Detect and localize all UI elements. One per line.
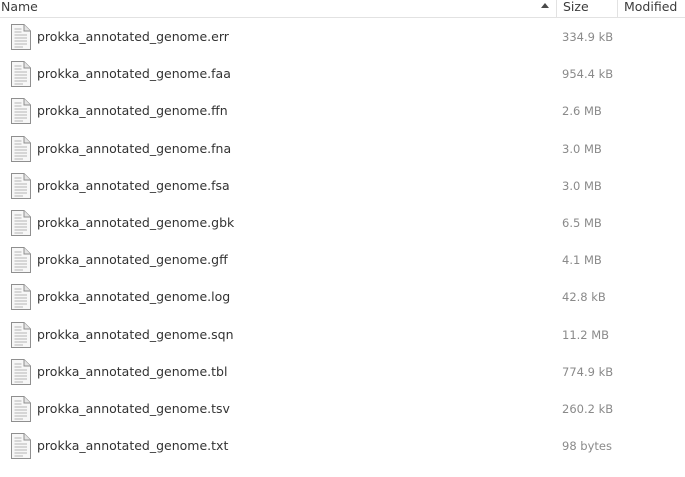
file-row[interactable]: prokka_annotated_genome.tbl 774.9 kB	[0, 353, 685, 390]
file-name: prokka_annotated_genome.sqn	[37, 326, 234, 342]
file-size: 11.2 MB	[562, 327, 610, 342]
file-size: 6.5 MB	[562, 215, 602, 230]
column-header-name-label: Name	[1, 0, 38, 14]
file-row[interactable]: prokka_annotated_genome.tsv 260.2 kB	[0, 390, 685, 427]
file-row[interactable]: prokka_annotated_genome.log 42.8 kB	[0, 278, 685, 315]
file-size: 774.9 kB	[562, 364, 614, 379]
file-size: 42.8 kB	[562, 290, 606, 305]
column-header-size[interactable]: Size	[556, 0, 617, 17]
file-row[interactable]: prokka_annotated_genome.sqn 11.2 MB	[0, 316, 685, 353]
file-name: prokka_annotated_genome.tsv	[37, 400, 230, 416]
file-name: prokka_annotated_genome.log	[37, 289, 231, 305]
text-file-icon	[11, 321, 31, 348]
file-size: 2.6 MB	[562, 104, 602, 119]
file-name: prokka_annotated_genome.ffn	[37, 103, 228, 119]
file-name: prokka_annotated_genome.err	[37, 29, 229, 44]
file-size: 4.1 MB	[562, 253, 602, 268]
file-size: 98 bytes	[562, 439, 612, 454]
file-size: 260.2 kB	[562, 401, 614, 416]
text-file-icon	[11, 98, 31, 125]
file-list-view: Name Size Modified prokka_annotated_geno…	[0, 0, 685, 477]
file-size: 954.4 kB	[562, 67, 614, 82]
text-file-icon	[11, 209, 31, 236]
column-header-bar: Name Size Modified	[0, 0, 685, 18]
file-size: 3.0 MB	[562, 141, 602, 156]
text-file-icon	[11, 284, 31, 311]
file-row[interactable]: prokka_annotated_genome.txt 98 bytes	[0, 427, 685, 464]
text-file-icon	[11, 433, 31, 460]
text-file-icon	[11, 61, 31, 88]
column-header-modified[interactable]: Modified	[617, 0, 685, 17]
file-name: prokka_annotated_genome.gff	[37, 252, 228, 268]
file-name: prokka_annotated_genome.gbk	[37, 214, 235, 230]
file-row[interactable]: prokka_annotated_genome.fsa 3.0 MB	[0, 167, 685, 204]
column-header-size-label: Size	[563, 0, 589, 14]
text-file-icon	[11, 395, 31, 422]
text-file-icon	[11, 24, 31, 50]
text-file-icon	[11, 247, 31, 274]
file-name: prokka_annotated_genome.txt	[37, 438, 229, 454]
text-file-icon	[11, 172, 31, 199]
file-row[interactable]: prokka_annotated_genome.faa 954.4 kB	[0, 55, 685, 92]
file-row[interactable]: prokka_annotated_genome.ffn 2.6 MB	[0, 92, 685, 129]
file-name: prokka_annotated_genome.tbl	[37, 363, 228, 379]
file-name: prokka_annotated_genome.fsa	[37, 177, 230, 193]
file-row[interactable]: prokka_annotated_genome.err 334.9 kB	[0, 18, 685, 55]
column-header-name[interactable]: Name	[0, 0, 555, 17]
file-rows: prokka_annotated_genome.err 334.9 kB pro…	[0, 18, 685, 464]
file-row[interactable]: prokka_annotated_genome.gbk 6.5 MB	[0, 204, 685, 241]
sort-ascending-icon[interactable]	[541, 3, 549, 8]
file-name: prokka_annotated_genome.fna	[37, 140, 232, 156]
file-name: prokka_annotated_genome.faa	[37, 66, 231, 82]
file-size: 3.0 MB	[562, 178, 602, 193]
file-size: 334.9 kB	[562, 30, 614, 44]
file-row[interactable]: prokka_annotated_genome.gff 4.1 MB	[0, 241, 685, 278]
file-row[interactable]: prokka_annotated_genome.fna 3.0 MB	[0, 130, 685, 167]
text-file-icon	[11, 358, 31, 385]
column-header-modified-label: Modified	[624, 0, 678, 14]
text-file-icon	[11, 135, 31, 162]
